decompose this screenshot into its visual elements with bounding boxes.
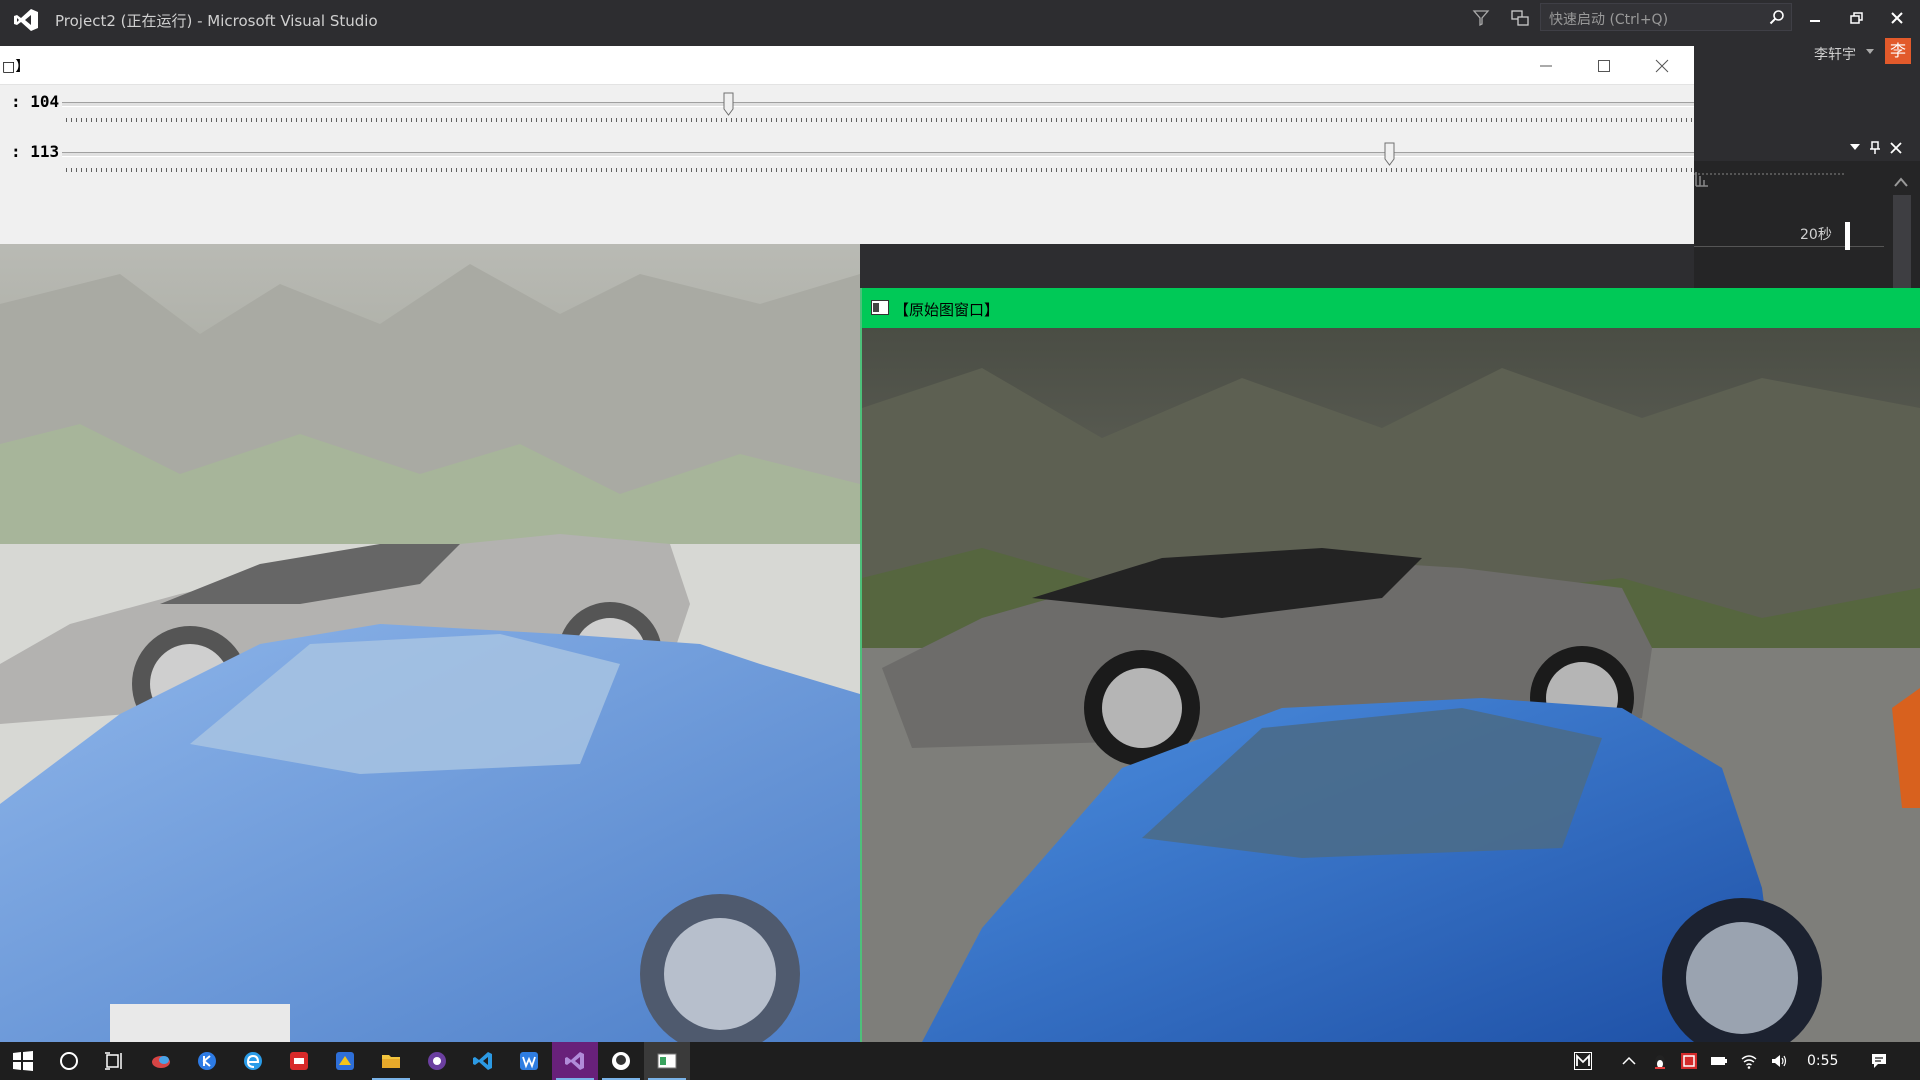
start-button[interactable] [0, 1042, 46, 1080]
taskbar-app[interactable] [230, 1042, 276, 1080]
task-view-icon [105, 1052, 122, 1070]
filter-icon[interactable] [1472, 9, 1490, 27]
window-icon [871, 300, 889, 315]
trackbar-ticks [66, 168, 1694, 172]
close-icon[interactable] [1887, 8, 1907, 28]
trackbar-label: : 113 [11, 142, 60, 161]
taskbar-app[interactable] [644, 1042, 690, 1080]
cortana-button[interactable] [46, 1042, 92, 1080]
taskbar-app[interactable] [506, 1042, 552, 1080]
original-image-window: 【原始图窗口】 [860, 288, 1920, 1042]
tool-window-header [1694, 137, 1920, 161]
start-icon [13, 1051, 33, 1071]
trackbar-label: : 104 [11, 92, 60, 111]
original-window-titlebar[interactable]: 【原始图窗口】 [862, 288, 1920, 328]
notification-icon[interactable] [1870, 1052, 1888, 1070]
penguin-icon[interactable] [1651, 1052, 1669, 1070]
scrollbar[interactable] [1893, 195, 1911, 291]
cortana-icon [60, 1052, 78, 1070]
trackbar-window-titlebar[interactable]: □】 [0, 46, 1694, 85]
vscode-icon [473, 1052, 492, 1070]
vs-titlebar: Project2 (正在运行) - Microsoft Visual Studi… [0, 0, 1920, 38]
file-explorer-icon [382, 1055, 400, 1068]
clock[interactable]: 0:55 [1807, 1053, 1838, 1069]
taskbar-app[interactable] [368, 1042, 414, 1080]
processed-car-photo [0, 244, 860, 1042]
timeline-label: 20秒 [1800, 227, 1832, 243]
quick-launch-input[interactable]: 快速启动 (Ctrl+Q) [1540, 3, 1792, 31]
trackbar-thumb[interactable] [723, 92, 734, 116]
close-icon[interactable] [1890, 142, 1902, 154]
user-name[interactable]: 李轩宇 [1814, 44, 1856, 64]
trackbar-window: □】 : 104 : 113 [0, 46, 1708, 244]
maximize-icon[interactable] [1596, 58, 1612, 74]
trackbar-track[interactable] [62, 92, 1694, 116]
trackbar-thumb[interactable] [1384, 142, 1395, 166]
wps-icon [520, 1052, 538, 1070]
pin-icon[interactable] [1869, 141, 1881, 155]
trackbar-ticks [66, 118, 1694, 122]
taskbar-app[interactable] [598, 1042, 644, 1080]
vs-window-title: Project2 (正在运行) - Microsoft Visual Studi… [55, 12, 378, 30]
security-icon[interactable] [1680, 1052, 1698, 1070]
taskbar: 0:55 [0, 1042, 1920, 1080]
battery-icon[interactable] [1710, 1052, 1728, 1070]
search-icon[interactable] [1769, 9, 1785, 25]
trackbar-track[interactable] [62, 142, 1694, 166]
trackbar-row-2: : 113 [0, 140, 1694, 184]
processed-image [0, 244, 860, 1042]
feedback-icon[interactable] [1510, 8, 1530, 28]
timeline-cursor[interactable] [1845, 222, 1850, 250]
taskbar-app[interactable] [276, 1042, 322, 1080]
minimize-icon[interactable] [1805, 8, 1825, 28]
volume-icon[interactable] [1770, 1052, 1788, 1070]
opencv-window-icon [657, 1053, 677, 1069]
bird-app-icon [152, 1056, 170, 1068]
taskbar-app[interactable] [414, 1042, 460, 1080]
task-view-button[interactable] [92, 1042, 138, 1080]
purple-app-icon [428, 1052, 446, 1070]
quick-launch-placeholder: 快速启动 (Ctrl+Q) [1549, 12, 1669, 28]
original-window-title: 【原始图窗口】 [894, 301, 1000, 319]
close-icon[interactable] [1654, 58, 1670, 74]
original-image [862, 328, 1920, 1042]
scroll-up-icon[interactable] [1892, 175, 1910, 189]
resize-grip-icon[interactable] [1694, 170, 1710, 188]
taskbar-app[interactable] [460, 1042, 506, 1080]
dotted-divider [1694, 173, 1844, 177]
edge-icon [244, 1052, 262, 1070]
github-icon [612, 1052, 630, 1070]
timeline-ruler [1694, 246, 1884, 251]
user-avatar[interactable]: 李 [1885, 38, 1911, 64]
trackbar-window-title: □】 [2, 59, 30, 75]
taskbar-app[interactable] [138, 1042, 184, 1080]
restore-icon[interactable] [1846, 8, 1866, 28]
chevron-down-icon[interactable] [1866, 49, 1874, 55]
yellow-app-icon [336, 1052, 354, 1070]
taskbar-app[interactable] [184, 1042, 230, 1080]
visual-studio-logo-icon [14, 9, 38, 31]
red-app-icon [290, 1052, 308, 1070]
minimize-icon[interactable] [1538, 58, 1554, 74]
trackbar-row-1: : 104 [0, 90, 1694, 134]
taskbar-app[interactable] [552, 1042, 598, 1080]
visual-studio-icon [565, 1052, 584, 1070]
dropdown-icon[interactable] [1850, 143, 1860, 151]
k-app-icon [198, 1052, 216, 1070]
taskbar-app[interactable] [322, 1042, 368, 1080]
chevron-up-icon[interactable] [1620, 1052, 1638, 1070]
original-car-photo [862, 328, 1920, 1042]
m-icon[interactable] [1574, 1052, 1592, 1070]
wifi-icon[interactable] [1740, 1052, 1758, 1070]
